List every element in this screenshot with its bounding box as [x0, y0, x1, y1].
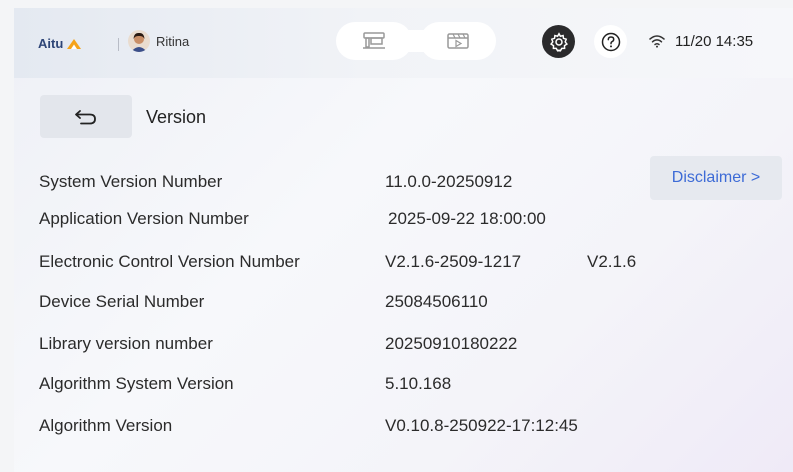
info-value: V0.10.8-250922-17:12:45 [385, 416, 578, 435]
help-button[interactable] [594, 25, 627, 58]
info-value: 2025-09-22 18:00:00 [388, 209, 546, 228]
info-row-system-version: System Version Number 11.0.0-20250912 [39, 172, 659, 196]
info-label: Algorithm Version [39, 416, 173, 435]
info-value: V2.1.6-2509-1217 [385, 252, 522, 271]
question-icon [601, 32, 620, 51]
info-value: 5.10.168 [385, 374, 452, 393]
back-arrow-icon [75, 109, 96, 124]
brand-mark-icon [67, 38, 82, 49]
wifi-icon [649, 35, 665, 48]
settings-button[interactable] [542, 25, 575, 58]
info-row-device-serial: Device Serial Number 25084506110 [39, 292, 659, 316]
info-label: Application Version Number [39, 209, 249, 228]
info-value: 11.0.0-20250912 [385, 172, 513, 191]
info-value: 25084506110 [385, 292, 488, 311]
info-label: Device Serial Number [39, 292, 205, 311]
back-button[interactable] [40, 95, 132, 138]
gear-icon [549, 31, 568, 52]
info-row-algorithm-version: Algorithm Version V0.10.8-250922-17:12:4… [39, 416, 659, 440]
page-title: Version [146, 107, 207, 127]
avatar [128, 30, 150, 52]
info-row-electronic-control-version: Electronic Control Version Number V2.1.6… [39, 252, 659, 276]
video-library-icon [447, 33, 469, 49]
device-screen: Aitu Ritina 11/20 14:35 Version System V… [14, 8, 793, 472]
disclaimer-button[interactable]: Disclaimer > [650, 156, 782, 200]
machine-mode-button[interactable] [336, 22, 412, 60]
user-name: Ritina [156, 33, 190, 49]
info-value-short: V2.1.6 [587, 252, 637, 271]
info-row-library-version: Library version number 20250910180222 [39, 334, 659, 358]
info-label: System Version Number [39, 172, 223, 191]
top-bar: Aitu Ritina 11/20 14:35 [14, 8, 793, 78]
info-label: Algorithm System Version [39, 374, 234, 393]
brand-name: Aitu [38, 36, 64, 51]
info-row-algorithm-system-version: Algorithm System Version 5.10.168 [39, 374, 659, 398]
info-label: Library version number [39, 334, 213, 353]
info-row-application-version: Application Version Number 2025-09-22 18… [39, 209, 659, 233]
video-mode-button[interactable] [420, 22, 496, 60]
machine-icon [363, 32, 385, 49]
status-datetime: 11/20 14:35 [675, 33, 754, 50]
info-label: Electronic Control Version Number [39, 252, 300, 271]
header-divider [118, 38, 119, 51]
user-profile[interactable]: Ritina [128, 30, 189, 52]
info-value: 20250910180222 [385, 334, 518, 353]
brand-logo: Aitu [38, 36, 82, 51]
